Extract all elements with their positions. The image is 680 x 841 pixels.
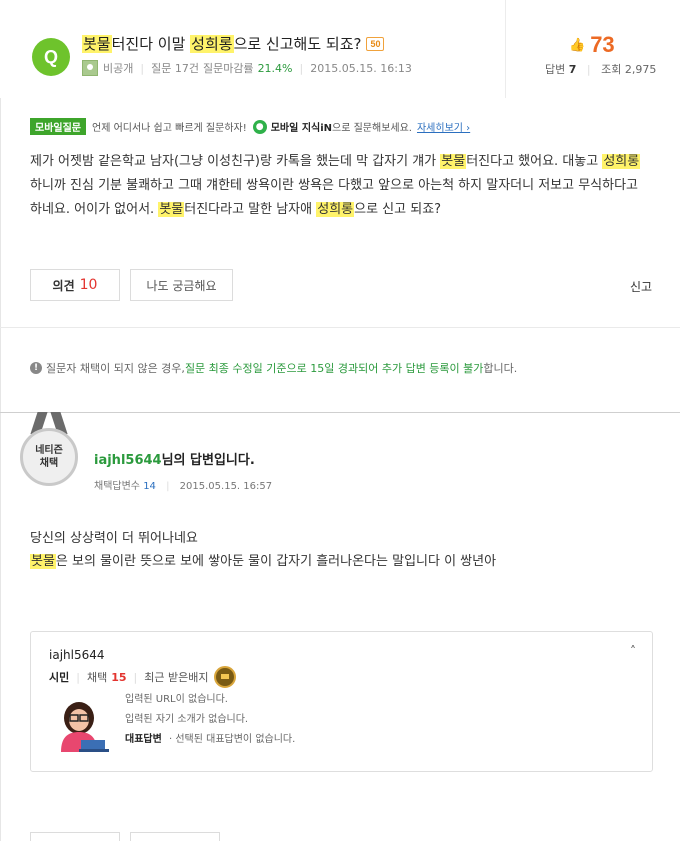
points-badge: 50 xyxy=(366,37,385,51)
avatar-icon xyxy=(82,60,98,76)
adopt-label: 채택답변수 xyxy=(94,481,140,492)
profile-stats: 시민 | 채택 15 | 최근 받은배지 xyxy=(49,666,237,688)
notice-prefix: 질문자 채택이 되지 않은 경우, xyxy=(46,362,185,375)
adopt-count: 14 xyxy=(143,481,156,492)
answerer-profile-card: iajhl5644 ˄ 시민 | 채택 15 | 최근 받은배지 입력된 URL… xyxy=(30,631,653,772)
kin-text: 으로 질문해보세요. xyxy=(332,123,412,134)
answer-title: iajhl5644님의 답변입니다. xyxy=(94,449,255,468)
answer-view-counts: 답변 7 | 조회 2,975 xyxy=(545,61,656,77)
notice-emphasis: 질문 최종 수정일 기준으로 15일 경과되어 추가 답변 등록이 불가 xyxy=(184,362,484,375)
answer-curious-button[interactable] xyxy=(130,832,220,841)
answer-body: 당신의 상상력이 더 뛰어나네요 봇물은 보의 물이란 뜻으로 보에 쌓아둔 물… xyxy=(30,527,650,573)
mobile-question-tag: 모바일질문 xyxy=(30,118,86,135)
profile-rep-row: 대표답변 · 선택된 대표답변이 없습니다. xyxy=(125,730,295,750)
highlighted-keyword: 성희롱 xyxy=(316,202,355,217)
separator: | xyxy=(299,61,304,75)
answer-title-suffix: 님의 답변입니다. xyxy=(161,453,255,468)
rep-answer-text: · 선택된 대표답변이 없습니다. xyxy=(169,734,296,745)
answer-notice: ! 질문자 채택이 되지 않은 경우, 질문 최종 수정일 기준으로 15일 경… xyxy=(30,360,517,376)
q-badge: Q xyxy=(32,38,70,76)
text-segment: 으로 신고해도 되죠? xyxy=(233,35,362,53)
report-link[interactable]: 신고 xyxy=(630,278,652,295)
profile-info: 입력된 URL이 없습니다. 입력된 자기 소개가 없습니다. 대표답변 · 선… xyxy=(125,690,295,750)
close-rate: 21.4% xyxy=(257,61,293,75)
answer-meta: 채택답변수 14 | 2015.05.15. 16:57 xyxy=(94,477,272,492)
question-date: 2015.05.15. 16:13 xyxy=(310,61,412,75)
mobile-promo: 모바일질문 언제 어디서나 쉽고 빠르게 질문하자! ● 모바일 지식iN 으로… xyxy=(30,118,470,135)
profile-user-id[interactable]: iajhl5644 xyxy=(49,648,105,662)
views-count: 2,975 xyxy=(624,63,657,76)
profile-intro: 입력된 자기 소개가 없습니다. xyxy=(125,714,249,725)
answer-line-1: 당신의 상상력이 더 뛰어나네요 xyxy=(30,531,198,546)
answerer-id[interactable]: iajhl5644 xyxy=(94,453,162,468)
highlighted-keyword: 봇물 xyxy=(82,35,112,53)
separator: | xyxy=(133,670,138,684)
answer-opinion-button[interactable] xyxy=(30,832,120,841)
answers-label: 답변 xyxy=(545,63,566,76)
question-meta: 비공개 | 질문 17건 질문마감률 21.4% | 2015.05.15. 1… xyxy=(82,60,412,76)
profile-rank: 시민 xyxy=(49,671,70,684)
text-segment: 제가 어젯밤 같은학교 남자(그냥 이성친구)랑 카톡을 했는데 막 갑자기 걔… xyxy=(30,154,441,169)
highlighted-keyword: 봇물 xyxy=(440,154,467,169)
separator: | xyxy=(586,63,591,76)
thumbs-up-icon: 👍 xyxy=(569,37,586,52)
separator: | xyxy=(166,481,170,492)
recent-badge-label: 최근 받은배지 xyxy=(144,671,209,684)
opinion-button[interactable]: 의견 10 xyxy=(30,269,120,301)
text-segment: 터진다고 했어요. 대놓고 xyxy=(466,154,603,169)
profile-character-icon xyxy=(61,702,109,752)
separator: | xyxy=(76,670,80,684)
notice-suffix: 합니다. xyxy=(483,362,518,375)
views-label: 조회 xyxy=(601,63,622,76)
medal-disc: 네티즌 채택 xyxy=(20,428,78,486)
profile-url: 입력된 URL이 없습니다. xyxy=(125,694,228,705)
close-rate-label: 질문마감률 xyxy=(202,62,254,75)
question-header: Q 봇물터진다 이말 성희롱으로 신고해도 되죠? 50 비공개 | 질문 17건… xyxy=(0,0,680,98)
opinion-count: 10 xyxy=(79,277,98,293)
profile-adopt-label: 채택 xyxy=(86,671,108,684)
highlighted-keyword: 봇물 xyxy=(158,202,185,217)
highlighted-keyword: 봇물 xyxy=(30,554,56,569)
info-icon: ! xyxy=(30,362,42,374)
mobile-text: 언제 어디서나 쉽고 빠르게 질문하자! xyxy=(92,123,247,134)
curious-button[interactable]: 나도 궁금해요 xyxy=(130,269,233,301)
kin-label: 모바일 지식iN xyxy=(270,123,333,134)
medal-line1: 네티즌 xyxy=(35,445,63,456)
detail-link[interactable]: 자세히보기 › xyxy=(417,119,470,134)
collapse-chevron-icon[interactable]: ˄ xyxy=(630,644,636,658)
answers-count: 7 xyxy=(568,63,577,76)
netizen-adopted-medal: 네티즌 채택 xyxy=(20,412,78,490)
rep-answer-label: 대표답변 xyxy=(125,734,162,745)
answer-line-2: 봇물은 보의 물이란 뜻으로 보에 쌓아둔 물이 갑자기 흘러나온다는 말입니다… xyxy=(30,550,650,573)
medal-line2: 채택 xyxy=(39,458,59,469)
text-segment: 터진다 이말 xyxy=(111,35,191,53)
like-count: 73 xyxy=(590,32,615,57)
divider xyxy=(0,327,680,328)
highlighted-keyword: 성희롱 xyxy=(602,154,641,169)
question-stats: 👍 73 답변 7 | 조회 2,975 xyxy=(505,0,680,98)
opinion-label: 의견 xyxy=(52,278,75,293)
profile-adopt-count: 15 xyxy=(111,670,127,684)
graduation-cap-badge-icon[interactable] xyxy=(214,666,237,688)
author-name[interactable]: 비공개 xyxy=(103,60,133,76)
question-body: 제가 어젯밤 같은학교 남자(그냥 이성친구)랑 카톡을 했는데 막 갑자기 걔… xyxy=(30,150,650,222)
divider xyxy=(0,412,680,413)
separator: | xyxy=(140,61,145,75)
text-segment: 으로 신고 되죠? xyxy=(354,202,442,217)
text-segment: 터진다라고 말한 남자애 xyxy=(184,202,317,217)
highlighted-keyword: 성희롱 xyxy=(190,35,234,53)
kin-icon: ● xyxy=(252,119,267,134)
question-title: 봇물터진다 이말 성희롱으로 신고해도 되죠? 50 xyxy=(82,33,385,54)
question-count: 질문 17건 xyxy=(151,62,199,75)
like-button[interactable]: 👍 73 xyxy=(569,32,615,58)
text-segment: 은 보의 물이란 뜻으로 보에 쌓아둔 물이 갑자기 흘러나온다는 말입니다 이… xyxy=(55,554,497,569)
answer-date: 2015.05.15. 16:57 xyxy=(179,481,273,492)
